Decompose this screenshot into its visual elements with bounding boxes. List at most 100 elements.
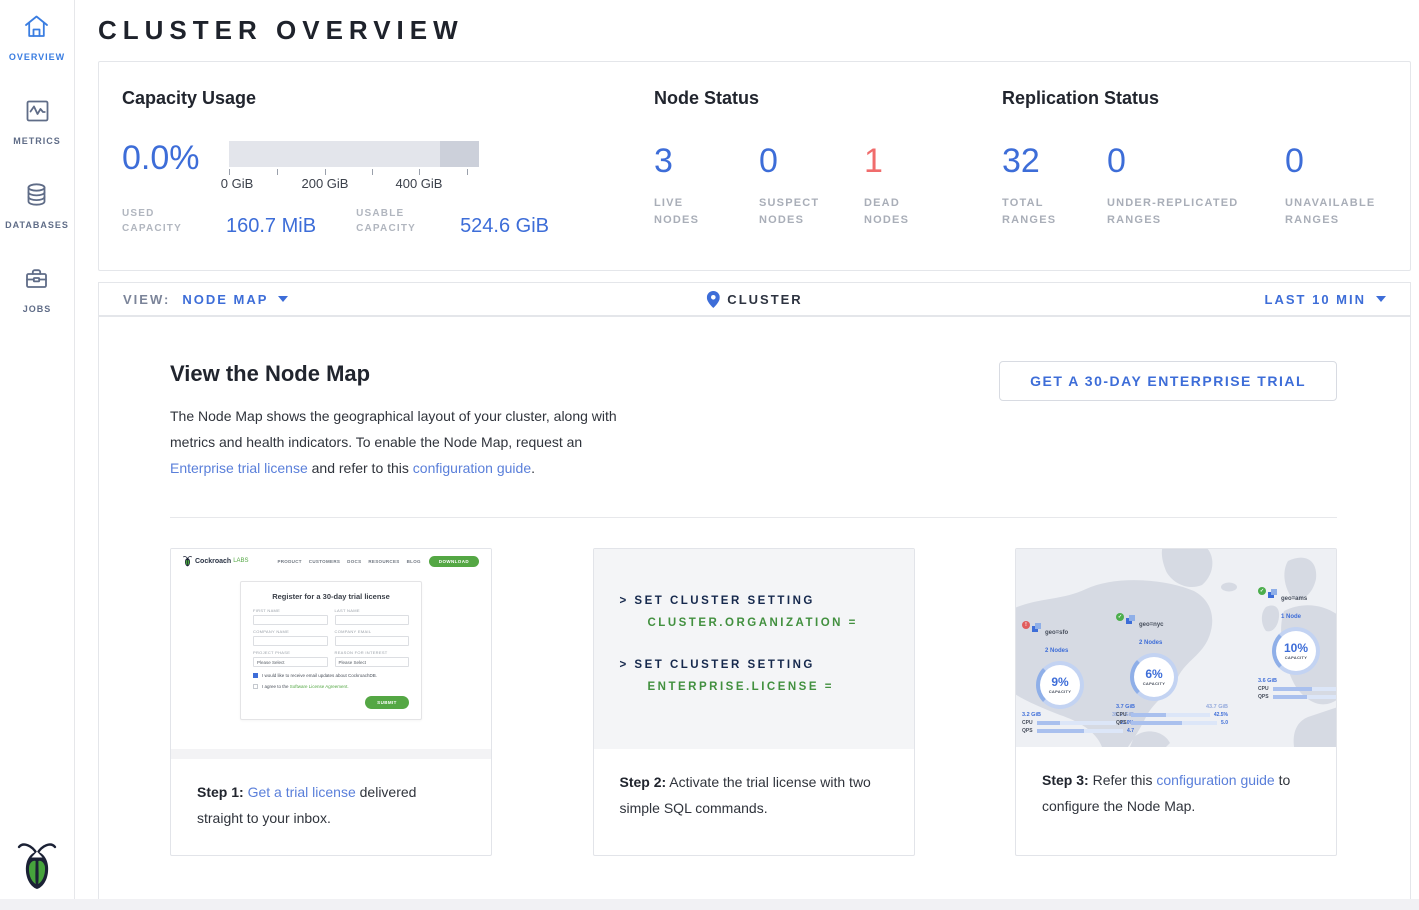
sql-argument-line: ENTERPRISE.LICENSE =	[648, 681, 914, 693]
live-nodes-stat: 3 LIVE NODES	[654, 143, 759, 229]
cockroach-labs-logo: CockroachLABS	[183, 555, 249, 567]
live-nodes-label: LIVE NODES	[654, 195, 716, 229]
suspect-nodes-stat: 0 SUSPECT NODES	[759, 143, 864, 229]
enterprise-trial-button[interactable]: GET A 30-DAY ENTERPRISE TRIAL	[999, 361, 1337, 401]
replication-status-title: Replication Status	[1002, 88, 1410, 109]
time-range-dropdown[interactable]: LAST 10 MIN	[1265, 292, 1386, 307]
used-capacity-value: 160.7 MiB	[226, 216, 316, 236]
unavailable-ranges-value: 0	[1285, 143, 1385, 179]
sidebar-item-label: JOBS	[23, 304, 52, 314]
map-pin-icon	[706, 291, 719, 308]
used-capacity-label: USED CAPACITY	[122, 206, 204, 236]
locality-nyc: ✓ geo=nyc 2 Nodes 6% CAPACITY 3	[1116, 613, 1232, 726]
under-replicated-ranges-label: UNDER-REPLICATED RANGES	[1107, 195, 1257, 229]
capacity-donut: 10% CAPACITY	[1272, 627, 1320, 675]
cluster-summary-card: Capacity Usage 0.0% 0 GiB 200 GiB 400 Gi…	[98, 61, 1411, 271]
suspect-nodes-value: 0	[759, 143, 864, 179]
form-title: Register for a 30-day trial license	[253, 592, 409, 601]
sql-argument-line: CLUSTER.ORGANIZATION =	[648, 617, 914, 629]
databases-icon	[23, 182, 50, 213]
sql-keyword-line: > SET CLUSTER SETTING	[620, 595, 914, 607]
briefcase-icon	[23, 266, 50, 297]
enterprise-trial-license-link[interactable]: Enterprise trial license	[170, 460, 308, 476]
divider	[170, 517, 1337, 518]
step3-caption: Step 3: Refer this configuration guide t…	[1016, 747, 1336, 819]
configuration-guide-link[interactable]: configuration guide	[413, 460, 531, 476]
step2-caption: Step 2: Activate the trial license with …	[594, 749, 914, 821]
node-cube-icon	[1032, 623, 1042, 633]
step1-label: Step 1:	[197, 784, 244, 800]
promo-desc-text: .	[531, 460, 535, 476]
under-replicated-ranges-value: 0	[1107, 143, 1285, 179]
total-ranges-label: TOTAL RANGES	[1002, 195, 1064, 229]
capacity-usage-section: Capacity Usage 0.0% 0 GiB 200 GiB 400 Gi…	[122, 88, 654, 270]
sidebar-item-label: DATABASES	[5, 220, 69, 230]
sidebar: OVERVIEW METRICS DATABASES	[0, 0, 75, 910]
check-icon: ✓	[1258, 587, 1266, 595]
sql-commands-block: > SET CLUSTER SETTING CLUSTER.ORGANIZATI…	[594, 549, 914, 749]
step3-card: ! geo=sfo 2 Nodes 9% CAPACITY 3	[1015, 548, 1337, 856]
sql-keyword-line: > SET CLUSTER SETTING	[620, 659, 914, 671]
dead-nodes-stat: 1 DEAD NODES	[864, 143, 916, 229]
home-icon	[23, 14, 50, 45]
dead-nodes-label: DEAD NODES	[864, 195, 916, 229]
sidebar-item-label: OVERVIEW	[9, 52, 65, 62]
mini-download-button: DOWNLOAD	[429, 556, 479, 567]
sidebar-item-metrics[interactable]: METRICS	[13, 98, 61, 146]
gauge-tick-label: 0 GiB	[221, 176, 254, 191]
capacity-donut: 9% CAPACITY	[1036, 661, 1084, 709]
usable-capacity-value: 524.6 GiB	[460, 216, 549, 236]
gauge-tick-label: 200 GiB	[302, 176, 349, 191]
dead-nodes-value: 1	[864, 143, 916, 179]
suspect-nodes-label: SUSPECT NODES	[759, 195, 825, 229]
unavailable-ranges-stat: 0 UNAVAILABLE RANGES	[1285, 143, 1385, 229]
chevron-down-icon	[278, 296, 288, 302]
configuration-guide-link[interactable]: configuration guide	[1156, 772, 1274, 788]
capacity-percent: 0.0%	[122, 141, 229, 175]
node-cube-icon	[1126, 615, 1136, 625]
sidebar-item-jobs[interactable]: JOBS	[23, 266, 52, 314]
get-trial-license-link[interactable]: Get a trial license	[248, 784, 356, 800]
sidebar-item-label: METRICS	[13, 136, 61, 146]
node-map-panel: View the Node Map The Node Map shows the…	[98, 316, 1411, 903]
main-content: CLUSTER OVERVIEW Capacity Usage 0.0% 0 G…	[75, 0, 1419, 910]
node-cube-icon	[1268, 589, 1278, 599]
chevron-down-icon	[1376, 296, 1386, 302]
step3-text: Refer this	[1089, 772, 1157, 788]
trial-register-form: Register for a 30-day trial license FIRS…	[240, 581, 422, 720]
capacity-usage-title: Capacity Usage	[122, 88, 654, 109]
node-status-section: Node Status 3 LIVE NODES 0 SUSPECT NODES…	[654, 88, 1002, 270]
capacity-gauge-ticks	[229, 168, 479, 176]
step1-caption: Step 1: Get a trial license delivered st…	[171, 759, 491, 831]
under-replicated-ranges-stat: 0 UNDER-REPLICATED RANGES	[1107, 143, 1285, 229]
capacity-gauge-bar	[229, 141, 479, 167]
promo-desc-text: The Node Map shows the geographical layo…	[170, 408, 617, 450]
view-selector-dropdown[interactable]: NODE MAP	[182, 292, 288, 307]
capacity-gauge: 0 GiB 200 GiB 400 GiB	[229, 141, 479, 192]
check-icon: ✓	[1116, 613, 1124, 621]
promo-description: The Node Map shows the geographical layo…	[170, 403, 630, 481]
mini-site-nav: PRODUCTCUSTOMERSDOCSRESOURCESBLOG	[277, 559, 420, 564]
warning-icon: !	[1022, 621, 1030, 629]
unavailable-ranges-label: UNAVAILABLE RANGES	[1285, 195, 1385, 229]
total-ranges-value: 32	[1002, 143, 1107, 179]
cockroachdb-logo	[17, 839, 57, 896]
location-label: CLUSTER	[727, 292, 802, 307]
sidebar-item-databases[interactable]: DATABASES	[5, 182, 69, 230]
live-nodes-value: 3	[654, 143, 759, 179]
step1-card: CockroachLABS PRODUCTCUSTOMERSDOCSRESOUR…	[170, 548, 492, 856]
view-label: VIEW:	[123, 292, 170, 307]
mini-submit-button: SUBMIT	[365, 696, 409, 709]
step3-label: Step 3:	[1042, 772, 1089, 788]
node-status-title: Node Status	[654, 88, 1002, 109]
gauge-tick-label: 400 GiB	[396, 176, 443, 191]
node-map-screenshot: ! geo=sfo 2 Nodes 9% CAPACITY 3	[1016, 549, 1336, 747]
location-breadcrumb: CLUSTER	[706, 291, 802, 308]
step2-card: > SET CLUSTER SETTING CLUSTER.ORGANIZATI…	[593, 548, 915, 856]
view-bar: VIEW: NODE MAP CLUSTER LAST 10 MIN	[98, 282, 1411, 316]
locality-ams: ✓ geo=ams 1 Node 10% CAPACITY 3	[1258, 587, 1336, 700]
capacity-donut: 6% CAPACITY	[1130, 653, 1178, 701]
trial-license-screenshot: CockroachLABS PRODUCTCUSTOMERSDOCSRESOUR…	[171, 549, 491, 759]
sidebar-item-overview[interactable]: OVERVIEW	[9, 14, 65, 62]
usable-capacity-label: USABLE CAPACITY	[356, 206, 438, 236]
